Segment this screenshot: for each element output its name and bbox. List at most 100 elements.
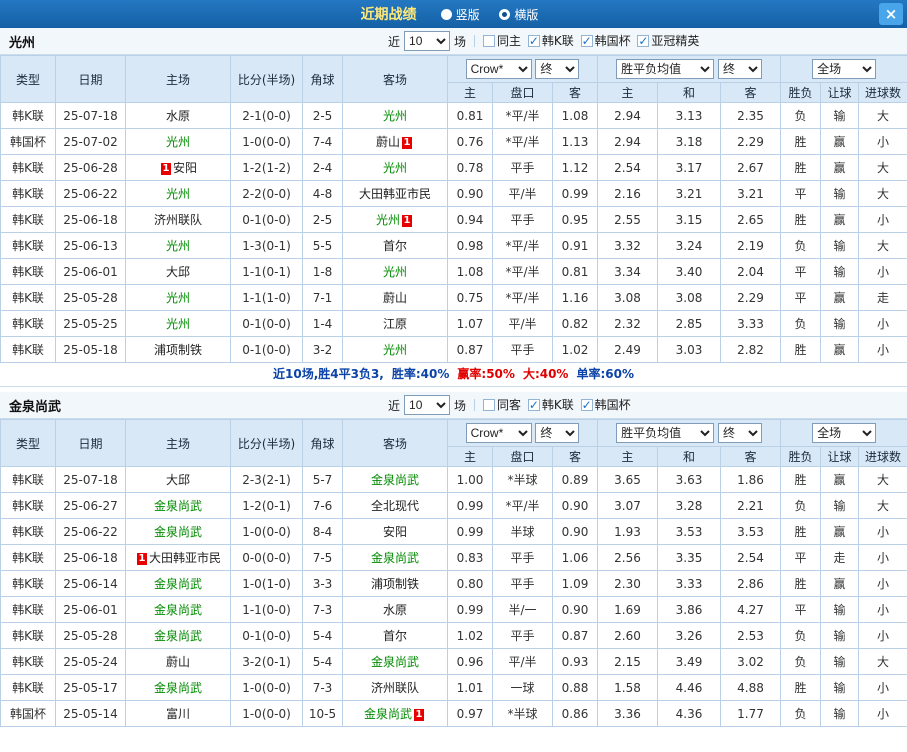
match-row: 韩K联 25-06-22 金泉尚武 1-0(0-0) 8-4 安阳 0.99 半… (0, 518, 907, 545)
avg-stage-select[interactable]: 终 (717, 423, 762, 443)
cell-date: 25-07-18 (55, 102, 126, 129)
col-odds-home: 主 (447, 446, 493, 467)
cell-avg-draw: 3.24 (657, 232, 722, 259)
cell-handicap-result: 赢 (820, 518, 860, 545)
cell-result: 胜 (780, 674, 822, 701)
cell-avg-draw: 3.86 (657, 596, 722, 623)
cell-handicap-result: 输 (820, 492, 860, 519)
bookmaker-select[interactable]: Crow* (465, 423, 532, 443)
layout-radio[interactable]: 横版 (499, 6, 538, 23)
cell-odds-home: 1.07 (447, 310, 493, 337)
cell-handicap-result: 赢 (820, 128, 860, 155)
summary-segment: 胜率:40% (391, 367, 450, 381)
cell-corner: 2-5 (302, 102, 343, 129)
cell-league: 韩K联 (0, 674, 56, 701)
cell-corner: 3-2 (302, 336, 343, 363)
team-name: 大邱 (165, 265, 190, 279)
team-name: 光州 (165, 239, 190, 253)
layout-radio[interactable]: 竖版 (440, 6, 480, 23)
col-avg-draw: 和 (657, 82, 722, 103)
cell-odds-away: 0.90 (551, 492, 599, 519)
team-name: 光州 (382, 265, 407, 279)
cell-score: 0-1(0-0) (230, 206, 303, 233)
cell-date: 25-06-13 (55, 232, 126, 259)
match-row: 韩K联 25-05-17 金泉尚武 1-0(0-0) 7-3 济州联队 1.01… (0, 674, 907, 701)
cell-avg-draw: 3.63 (657, 466, 722, 493)
cell-odds-home: 0.83 (447, 544, 493, 571)
cell-home-team: 济州联队 (125, 206, 231, 233)
cell-odds-home: 0.99 (447, 518, 493, 545)
cell-home-team: 大邱 (125, 258, 231, 285)
cell-handicap: *平/半 (492, 492, 553, 519)
cell-date: 25-06-01 (55, 596, 126, 623)
cell-handicap: *平/半 (492, 128, 553, 155)
cell-result: 胜 (780, 154, 822, 181)
cell-result: 负 (780, 492, 822, 519)
cell-odds-away: 1.08 (551, 102, 599, 129)
cell-handicap: 平手 (492, 206, 553, 233)
cell-goals-result: 大 (858, 154, 907, 181)
cell-odds-away: 1.02 (551, 336, 599, 363)
team-name: 蔚山 (165, 655, 190, 669)
avg-stage-select[interactable]: 终 (717, 59, 762, 79)
team-name: 金泉尚武 (153, 629, 202, 643)
col-avg-home: 主 (597, 446, 659, 467)
cell-avg-away: 3.21 (720, 180, 782, 207)
col-avg-away: 客 (720, 446, 782, 467)
cell-home-team: 金泉尚武 (125, 596, 231, 623)
odds-stage-select[interactable]: 终 (535, 59, 580, 79)
cell-result: 平 (780, 284, 822, 311)
cell-handicap: *半球 (492, 466, 553, 493)
cell-avg-home: 3.36 (597, 700, 659, 727)
match-count-select[interactable]: 10 (404, 31, 451, 51)
cell-handicap: 一球 (492, 674, 553, 701)
cell-odds-home: 0.97 (447, 700, 493, 727)
cell-avg-home: 2.94 (597, 128, 659, 155)
cell-goals-result: 小 (858, 570, 907, 597)
scope-select[interactable]: 全场 (812, 59, 877, 79)
cell-handicap-result: 输 (820, 674, 860, 701)
red-card-badge: 1 (402, 215, 412, 227)
filters-team2: 近 10 场 同客 韩K联 韩国杯 (388, 395, 634, 415)
odds-stage-select[interactable]: 终 (535, 423, 580, 443)
match-count-select[interactable]: 10 (404, 395, 451, 415)
summary-segment: 赢率:50% (457, 367, 515, 381)
cell-handicap: *半球 (492, 700, 553, 727)
cell-odds-home: 0.76 (447, 128, 493, 155)
filter-checkbox[interactable]: 同主 (483, 32, 521, 49)
team-name: 蔚山 (382, 291, 407, 305)
team-name: 首尔 (382, 239, 407, 253)
cell-avg-home: 2.54 (597, 154, 659, 181)
cell-handicap-result: 输 (820, 232, 860, 259)
filter-checkbox[interactable]: 韩K联 (527, 32, 574, 49)
cell-handicap: *平/半 (492, 284, 553, 311)
cell-result: 平 (780, 180, 822, 207)
cell-score: 1-1(0-0) (230, 596, 303, 623)
match-row: 韩K联 25-06-18 济州联队 0-1(0-0) 2-5 光州 1 0.94 … (0, 206, 907, 233)
filter-checkbox[interactable]: 亚冠精英 (637, 32, 699, 49)
cell-result: 负 (780, 310, 822, 337)
cell-handicap: 半/一 (492, 596, 553, 623)
cell-score: 1-3(0-1) (230, 232, 303, 259)
cell-score: 0-0(0-0) (230, 544, 303, 571)
cell-away-team: 大田韩亚市民 (342, 180, 448, 207)
cell-date: 25-05-24 (55, 648, 126, 675)
close-button[interactable]: × (879, 3, 903, 25)
col-score: 比分(半场) (230, 55, 303, 103)
avg-type-select[interactable]: 胜平负均值 (616, 59, 715, 79)
cell-date: 25-06-22 (55, 180, 126, 207)
avg-type-select[interactable]: 胜平负均值 (616, 423, 715, 443)
col-date: 日期 (55, 55, 126, 103)
filter-checkbox[interactable]: 韩国杯 (580, 32, 631, 49)
filter-checkbox[interactable]: 同客 (483, 396, 521, 413)
filter-checkbox[interactable]: 韩国杯 (580, 396, 631, 413)
team-name: 光州 (165, 291, 190, 305)
team-name: 富川 (165, 707, 190, 721)
bookmaker-select[interactable]: Crow* (465, 59, 532, 79)
cell-avg-draw: 3.03 (657, 336, 722, 363)
scope-select[interactable]: 全场 (812, 423, 877, 443)
cell-away-team: 全北现代 (342, 492, 448, 519)
match-row: 韩K联 25-06-22 光州 2-2(0-0) 4-8 大田韩亚市民 0.90… (0, 180, 907, 207)
cell-avg-draw: 3.21 (657, 180, 722, 207)
filter-checkbox[interactable]: 韩K联 (527, 396, 574, 413)
